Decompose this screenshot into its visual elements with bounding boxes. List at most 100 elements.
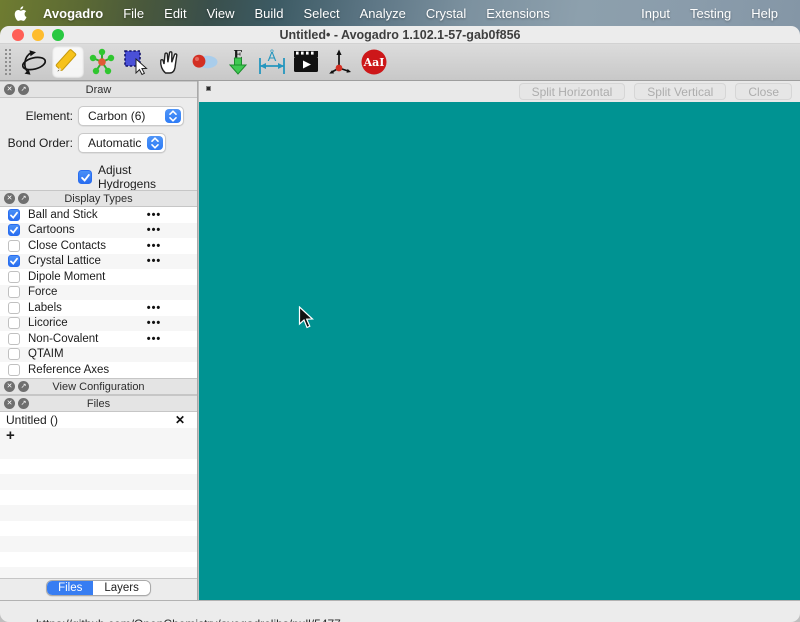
manipulate-tool-button[interactable]	[154, 46, 186, 78]
display-type-label: Crystal Lattice	[28, 255, 101, 268]
draw-close-icon[interactable]: ✕	[4, 84, 15, 95]
window-title: Untitled• - Avogadro 1.102.1-57-gab0f856	[279, 27, 521, 42]
display-type-row[interactable]: QTAIM •••	[0, 346, 197, 362]
molecule-icon	[88, 48, 116, 76]
measure-icon: Å	[257, 48, 287, 76]
template-tool-button[interactable]: E	[222, 46, 254, 78]
align-tool-button[interactable]	[324, 46, 356, 78]
tool-toolbar: E Å AaI	[0, 44, 800, 81]
menu-view[interactable]: View	[197, 6, 245, 21]
file-close-icon[interactable]: ✕	[175, 413, 185, 427]
display-type-row[interactable]: Crystal Lattice •••	[0, 253, 197, 269]
display-type-checkbox[interactable]	[8, 270, 20, 283]
hand-icon	[156, 48, 184, 76]
display-type-row[interactable]: Reference Axes •••	[0, 362, 197, 378]
left-dock: Draw ✕ ↗ Element: Carbon (6) Bond Order:	[0, 81, 198, 600]
menu-testing[interactable]: Testing	[680, 6, 741, 21]
display-type-checkbox[interactable]	[8, 286, 20, 299]
window-titlebar[interactable]: Untitled• - Avogadro 1.102.1-57-gab0f856	[0, 26, 800, 44]
bond-centric-tool-button[interactable]	[86, 46, 118, 78]
menu-build[interactable]: Build	[245, 6, 294, 21]
display-type-label: QTAIM	[28, 348, 64, 361]
options-ellipsis-button[interactable]: •••	[141, 225, 167, 236]
display-type-checkbox[interactable]	[8, 224, 20, 237]
view-configuration-float-icon[interactable]: ↗	[18, 381, 29, 392]
draw-tool-button[interactable]	[52, 46, 84, 78]
toolbar-drag-handle[interactable]	[5, 49, 11, 75]
display-type-checkbox[interactable]	[8, 255, 20, 268]
menu-file[interactable]: File	[113, 6, 154, 21]
close-view-button[interactable]: Close	[735, 83, 792, 100]
menu-help[interactable]: Help	[741, 6, 788, 21]
menu-analyze[interactable]: Analyze	[350, 6, 416, 21]
menu-extensions[interactable]: Extensions	[476, 6, 560, 21]
template-import-icon: E	[225, 48, 251, 76]
display-type-checkbox[interactable]	[8, 239, 20, 252]
zoom-window-button[interactable]	[52, 29, 64, 41]
options-ellipsis-button[interactable]: •••	[141, 318, 167, 329]
display-type-row[interactable]: Labels •••	[0, 300, 197, 316]
view-configuration-panel-header: View Configuration ✕ ↗	[0, 378, 197, 395]
minimize-window-button[interactable]	[32, 29, 44, 41]
navigate-tool-button[interactable]	[18, 46, 50, 78]
display-type-checkbox[interactable]	[8, 363, 20, 376]
files-close-icon[interactable]: ✕	[4, 398, 15, 409]
tab-files[interactable]: Files	[47, 581, 94, 595]
display-type-checkbox[interactable]	[8, 332, 20, 345]
display-type-checkbox[interactable]	[8, 301, 20, 314]
menu-input[interactable]: Input	[631, 6, 680, 21]
display-types-float-icon[interactable]: ↗	[18, 193, 29, 204]
navigate-icon	[19, 48, 49, 76]
viewport-modified-dot	[206, 86, 211, 91]
display-type-row[interactable]: Cartoons •••	[0, 222, 197, 238]
split-horizontal-button[interactable]: Split Horizontal	[518, 83, 626, 100]
close-window-button[interactable]	[12, 29, 24, 41]
file-row-untitled[interactable]: Untitled () ✕	[0, 412, 197, 428]
element-dropdown[interactable]: Carbon (6)	[78, 106, 184, 126]
display-type-label: Reference Axes	[28, 363, 110, 376]
bond-order-dropdown[interactable]: Automatic	[78, 133, 166, 153]
split-vertical-button[interactable]: Split Vertical	[634, 83, 727, 100]
display-type-checkbox[interactable]	[8, 317, 20, 330]
display-type-checkbox[interactable]	[8, 208, 20, 221]
display-types-panel-header: Display Types ✕ ↗	[0, 190, 197, 207]
options-ellipsis-button[interactable]: •••	[141, 209, 167, 220]
options-ellipsis-button[interactable]: •••	[141, 240, 167, 251]
menu-select[interactable]: Select	[293, 6, 349, 21]
files-panel-header: Files ✕ ↗	[0, 395, 197, 412]
files-float-icon[interactable]: ↗	[18, 398, 29, 409]
display-type-checkbox[interactable]	[8, 348, 20, 361]
display-type-row[interactable]: Dipole Moment •••	[0, 269, 197, 285]
measure-tool-button[interactable]: Å	[256, 46, 288, 78]
mouse-cursor	[298, 306, 315, 329]
clapperboard-icon	[291, 48, 321, 76]
display-type-row[interactable]: Non-Covalent •••	[0, 331, 197, 347]
display-types-close-icon[interactable]: ✕	[4, 193, 15, 204]
tab-layers[interactable]: Layers	[93, 581, 150, 595]
molecule-viewport[interactable]	[199, 102, 800, 600]
menu-edit[interactable]: Edit	[154, 6, 196, 21]
adjust-hydrogens-checkbox[interactable]	[78, 170, 92, 184]
animation-tool-button[interactable]	[290, 46, 322, 78]
bond-tool-button[interactable]	[188, 46, 220, 78]
menu-avogadro[interactable]: Avogadro	[33, 6, 113, 21]
options-ellipsis-button[interactable]: •••	[141, 333, 167, 344]
display-type-label: Cartoons	[28, 224, 75, 237]
menu-crystal[interactable]: Crystal	[416, 6, 476, 21]
view-configuration-close-icon[interactable]: ✕	[4, 381, 15, 392]
label-icon: AaI	[360, 48, 388, 76]
draw-float-icon[interactable]: ↗	[18, 84, 29, 95]
pencil-icon	[54, 48, 82, 76]
apple-menu-icon[interactable]	[14, 5, 27, 21]
add-file-button[interactable]: +	[0, 427, 197, 444]
label-tool-button[interactable]: AaI	[358, 46, 390, 78]
empty-file-row	[0, 505, 197, 521]
viewport-header-bar: Split Horizontal Split Vertical Close	[199, 81, 800, 102]
selection-tool-button[interactable]	[120, 46, 152, 78]
display-type-row[interactable]: Licorice •••	[0, 315, 197, 331]
options-ellipsis-button[interactable]: •••	[141, 302, 167, 313]
options-ellipsis-button[interactable]: •••	[141, 256, 167, 267]
display-type-row[interactable]: Ball and Stick •••	[0, 207, 197, 223]
display-type-row[interactable]: Force •••	[0, 284, 197, 300]
display-type-row[interactable]: Close Contacts •••	[0, 238, 197, 254]
